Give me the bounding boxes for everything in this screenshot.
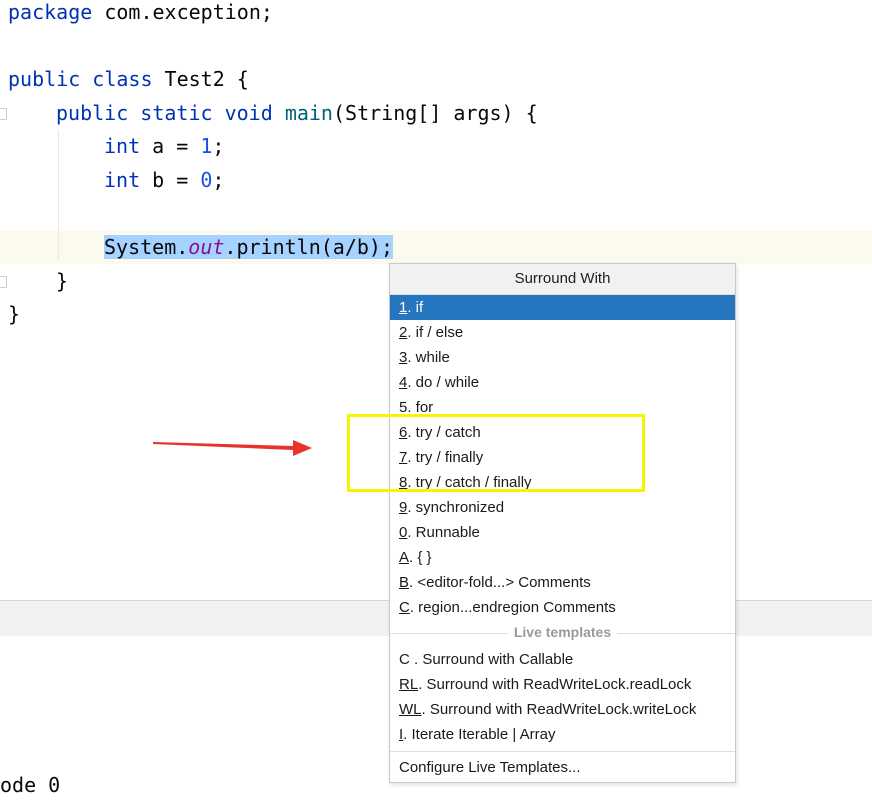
menu-item-label: . synchronized bbox=[407, 499, 505, 516]
surround-item-2[interactable]: 3. while bbox=[390, 345, 735, 370]
code-text: (String[] args) { bbox=[332, 101, 538, 125]
selected-code[interactable]: System.out.println(a/b); bbox=[104, 235, 393, 259]
live-template-item-0[interactable]: C . Surround with Callable bbox=[390, 647, 735, 672]
fold-marker-icon[interactable] bbox=[0, 276, 7, 288]
code-text: ; bbox=[212, 168, 225, 192]
console-output: ode 0 bbox=[0, 773, 61, 797]
static-field: out bbox=[188, 235, 225, 259]
code-line-package[interactable]: package com.exception; bbox=[8, 0, 872, 29]
fold-marker-icon[interactable] bbox=[0, 108, 7, 120]
surround-item-11[interactable]: B. <editor-fold...> Comments bbox=[390, 570, 735, 595]
number-literal: 1 bbox=[200, 134, 213, 158]
menu-item-label: . Runnable bbox=[407, 524, 480, 541]
code-text: a = bbox=[140, 134, 201, 158]
menu-item-label: . Surround with ReadWriteLock.readLock bbox=[418, 676, 692, 693]
code-text: b = bbox=[140, 168, 201, 192]
red-arrow-annotation bbox=[153, 440, 312, 456]
keyword: int bbox=[104, 134, 141, 158]
keyword: package bbox=[8, 0, 93, 24]
menu-item-label: . do / while bbox=[407, 374, 480, 391]
menu-item-label: . if / else bbox=[407, 324, 464, 341]
mnemonic-key: B bbox=[399, 574, 410, 591]
live-templates-separator: Live templates bbox=[390, 620, 735, 647]
mnemonic-key: C bbox=[399, 599, 410, 616]
surround-item-3[interactable]: 4. do / while bbox=[390, 370, 735, 395]
code-line-int-a[interactable]: int a = 1; bbox=[104, 130, 872, 163]
surround-item-10[interactable]: A. { } bbox=[390, 545, 735, 570]
method-name: main bbox=[284, 101, 333, 125]
code-line-main[interactable]: public static void main(String[] args) { bbox=[56, 97, 872, 130]
keyword: public bbox=[8, 67, 81, 91]
code-text: ; bbox=[212, 134, 225, 158]
yellow-highlight-annotation bbox=[347, 414, 645, 492]
surround-item-9[interactable]: 0. Runnable bbox=[390, 520, 735, 545]
keyword: class bbox=[92, 67, 153, 91]
menu-item-label: . while bbox=[407, 349, 450, 366]
menu-item-label: . { } bbox=[409, 549, 432, 566]
code-text: System. bbox=[104, 235, 189, 259]
code-line-int-b[interactable]: int b = 0; bbox=[104, 164, 872, 197]
live-template-item-2[interactable]: WL. Surround with ReadWriteLock.writeLoc… bbox=[390, 697, 735, 722]
live-template-item-1[interactable]: RL. Surround with ReadWriteLock.readLock bbox=[390, 672, 735, 697]
surround-item-1[interactable]: 2. if / else bbox=[390, 320, 735, 345]
code-text: } bbox=[8, 302, 21, 326]
surround-item-0[interactable]: 1. if bbox=[390, 295, 735, 320]
live-templates-list: C . Surround with Callable RL. Surround w… bbox=[390, 647, 735, 747]
surround-item-8[interactable]: 9. synchronized bbox=[390, 495, 735, 520]
menu-item-label: . Surround with ReadWriteLock.writeLock bbox=[421, 701, 697, 718]
keyword: public bbox=[56, 101, 129, 125]
popup-title: Surround With bbox=[390, 264, 735, 295]
configure-live-templates-item[interactable]: Configure Live Templates... bbox=[390, 752, 735, 784]
number-literal: 0 bbox=[200, 168, 213, 192]
code-text: .println(a/b); bbox=[224, 235, 393, 259]
menu-item-label: . Iterate Iterable | Array bbox=[403, 726, 556, 743]
menu-item-label: . region...endregion Comments bbox=[409, 599, 616, 616]
menu-item-label: . if bbox=[407, 299, 424, 316]
code-text: com.exception; bbox=[92, 0, 273, 24]
indent-guide bbox=[58, 130, 59, 260]
live-templates-label: Live templates bbox=[507, 624, 618, 640]
surround-item-12[interactable]: C. region...endregion Comments bbox=[390, 595, 735, 620]
mnemonic-key: RL bbox=[399, 676, 419, 693]
mnemonic-key: WL bbox=[399, 701, 422, 718]
code-line-class[interactable]: public class Test2 { bbox=[8, 63, 872, 96]
code-text: } bbox=[56, 269, 69, 293]
live-template-item-3[interactable]: I. Iterate Iterable | Array bbox=[390, 722, 735, 747]
code-line-println[interactable]: System.out.println(a/b); bbox=[104, 231, 872, 264]
code-text: Test2 { bbox=[152, 67, 249, 91]
menu-item-label: C . Surround with Callable bbox=[399, 651, 574, 668]
menu-item-label: . <editor-fold...> Comments bbox=[409, 574, 591, 591]
surround-with-popup[interactable]: Surround With 1. if 2. if / else 3. while 4… bbox=[389, 263, 736, 783]
mnemonic-key: A bbox=[399, 549, 410, 566]
keyword: void bbox=[224, 101, 273, 125]
keyword: int bbox=[104, 168, 141, 192]
keyword: static bbox=[140, 101, 213, 125]
